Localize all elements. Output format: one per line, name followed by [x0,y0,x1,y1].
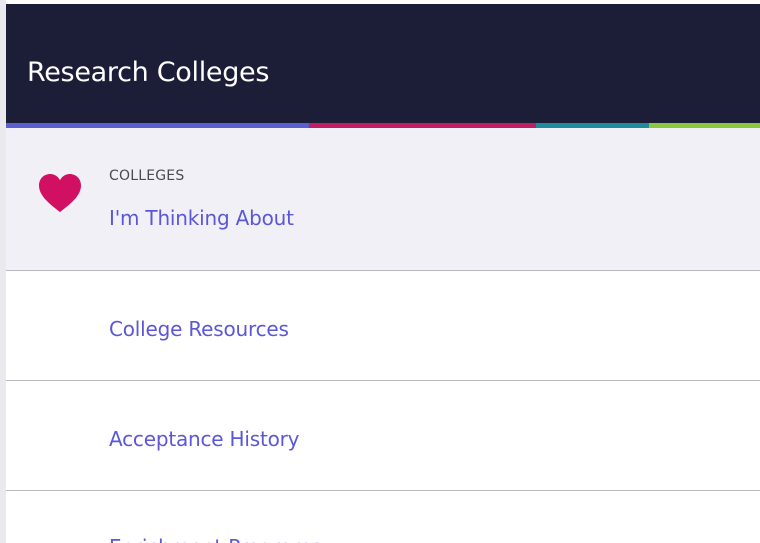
menu-item-label: I'm Thinking About [109,206,294,230]
panel-header: Research Colleges [6,4,760,123]
menu-item-acceptance-history[interactable]: Acceptance History [6,381,760,491]
app-frame: Research Colleges COLLEGES I'm Thinking … [0,0,760,543]
heart-icon [39,174,81,212]
menu-item-label: College Resources [109,317,289,341]
menu-item-label: Acceptance History [109,427,300,451]
menu-item-enrichment-programs[interactable]: Enrichment Programs [6,491,760,543]
menu-item-label: Enrichment Programs [109,535,322,543]
menu-item-overline: COLLEGES [109,168,185,184]
research-colleges-panel: Research Colleges COLLEGES I'm Thinking … [6,4,760,543]
page-title: Research Colleges [27,57,270,88]
menu-item-college-resources[interactable]: College Resources [6,271,760,381]
menu-item-im-thinking-about[interactable]: COLLEGES I'm Thinking About [6,128,760,271]
